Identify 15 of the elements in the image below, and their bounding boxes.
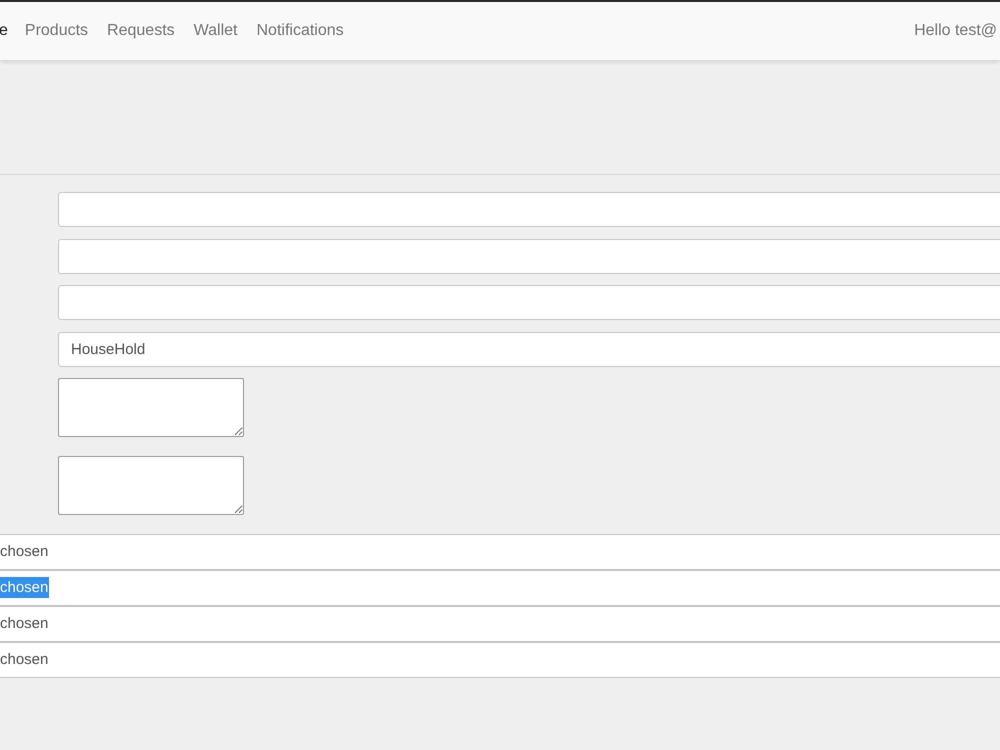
input-field[interactable] xyxy=(58,285,1000,320)
input-field[interactable]: HouseHold xyxy=(58,332,1000,366)
file-field[interactable]: chosen xyxy=(0,642,1000,678)
nav-link[interactable]: Wallet xyxy=(194,22,238,40)
input-field[interactable] xyxy=(58,192,1000,227)
file-field[interactable]: chosen xyxy=(0,534,1000,570)
textarea-field[interactable] xyxy=(58,378,244,436)
textarea-field[interactable] xyxy=(58,456,244,514)
brand-link[interactable]: e xyxy=(0,22,8,40)
greeting-text: Hello test@ xyxy=(914,22,997,40)
file-field[interactable]: chosen xyxy=(0,606,1000,642)
nav-link[interactable]: Notifications xyxy=(256,22,344,40)
input-field[interactable] xyxy=(58,238,1000,274)
nav-link[interactable]: Requests xyxy=(107,22,175,40)
nav-link[interactable]: Products xyxy=(24,22,88,40)
